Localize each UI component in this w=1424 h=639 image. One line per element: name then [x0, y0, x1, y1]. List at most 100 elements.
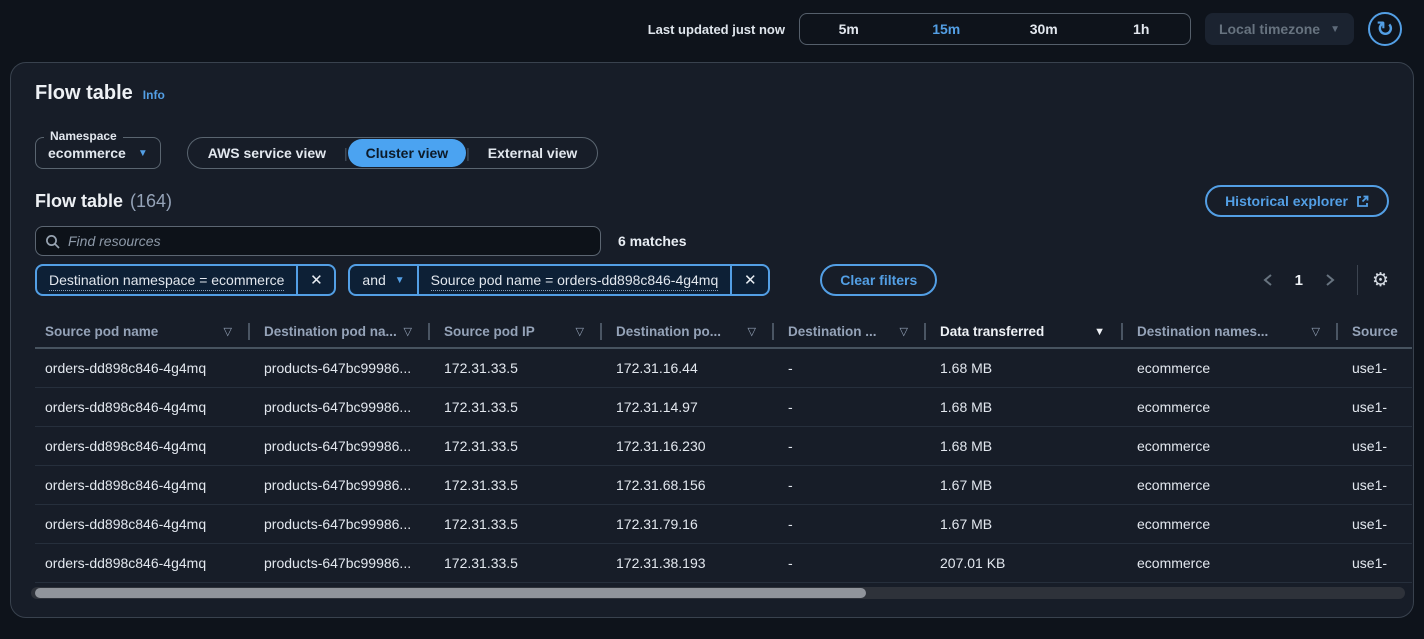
- table-cell: 172.31.33.5: [430, 426, 602, 465]
- close-icon[interactable]: ✕: [298, 266, 334, 294]
- sort-caret-icon[interactable]: ▼: [1094, 326, 1105, 338]
- table-cell: 172.31.33.5: [430, 465, 602, 504]
- pagination: 1 ⚙: [1255, 265, 1389, 295]
- view-segmented-control: AWS service view|Cluster view|External v…: [187, 137, 599, 169]
- sort-caret-icon[interactable]: ▽: [1312, 325, 1320, 338]
- sort-caret-icon[interactable]: ▽: [404, 325, 412, 338]
- column-label: Destination names...: [1137, 324, 1268, 339]
- search-input[interactable]: [36, 227, 600, 255]
- clear-filters-label: Clear filters: [840, 272, 917, 288]
- table-cell: -: [774, 543, 926, 582]
- filter-token: Destination namespace = ecommerce ✕: [35, 264, 336, 296]
- refresh-button[interactable]: ↻: [1368, 12, 1402, 46]
- table-cell: use1-: [1338, 465, 1412, 504]
- column-header[interactable]: Destination ... ▽: [774, 316, 926, 348]
- table-cell: -: [774, 426, 926, 465]
- table-cell: ecommerce: [1123, 504, 1338, 543]
- flow-table-panel: Flow table Info Namespace ecommerce ▼ AW…: [10, 62, 1414, 618]
- sort-caret-icon[interactable]: ▽: [224, 325, 232, 338]
- table-cell: -: [774, 348, 926, 387]
- filter-token-text[interactable]: Destination namespace = ecommerce: [37, 272, 296, 288]
- table-row[interactable]: orders-dd898c846-4g4mqproducts-647bc9998…: [35, 465, 1412, 504]
- close-icon[interactable]: ✕: [732, 266, 768, 294]
- table-cell: orders-dd898c846-4g4mq: [35, 348, 250, 387]
- table-row[interactable]: orders-dd898c846-4g4mqproducts-647bc9998…: [35, 387, 1412, 426]
- table-cell: orders-dd898c846-4g4mq: [35, 504, 250, 543]
- clear-filters-button[interactable]: Clear filters: [820, 264, 937, 296]
- table-cell: ecommerce: [1123, 348, 1338, 387]
- previous-page-button[interactable]: [1255, 267, 1281, 293]
- chevron-down-icon: ▼: [1330, 24, 1340, 35]
- namespace-select[interactable]: Namespace ecommerce ▼: [35, 137, 161, 169]
- table-cell: 172.31.79.16: [602, 504, 774, 543]
- horizontal-scrollbar[interactable]: [31, 587, 1405, 599]
- table-cell: 1.67 MB: [926, 465, 1123, 504]
- tab-cluster-view[interactable]: Cluster view: [348, 139, 466, 167]
- gear-icon[interactable]: ⚙: [1372, 271, 1389, 290]
- time-range-selector: 5m15m30m1h: [799, 13, 1191, 45]
- column-header[interactable]: Source pod IP ▽: [430, 316, 602, 348]
- historical-explorer-button[interactable]: Historical explorer: [1205, 185, 1389, 217]
- filter-token-text[interactable]: Source pod name = orders-dd898c846-4g4mq: [419, 272, 731, 288]
- time-range-5m[interactable]: 5m: [800, 14, 898, 44]
- column-label: Destination ...: [788, 324, 877, 339]
- pagination-divider: [1357, 265, 1358, 295]
- timezone-label: Local timezone: [1219, 21, 1320, 37]
- column-header[interactable]: Destination pod na...▽: [250, 316, 430, 348]
- info-link[interactable]: Info: [143, 88, 165, 102]
- table-cell: 1.67 MB: [926, 504, 1123, 543]
- table-title: Flow table: [35, 191, 123, 212]
- external-link-icon: [1356, 195, 1369, 208]
- table-cell: products-647bc99986...: [250, 348, 430, 387]
- historical-explorer-label: Historical explorer: [1225, 193, 1348, 209]
- panel-header: Flow table Info: [35, 82, 165, 105]
- table-cell: use1-: [1338, 543, 1412, 582]
- table-cell: use1-: [1338, 426, 1412, 465]
- chevron-down-icon: ▼: [138, 148, 148, 159]
- table-row[interactable]: orders-dd898c846-4g4mqproducts-647bc9998…: [35, 426, 1412, 465]
- tab-aws-service-view[interactable]: AWS service view: [190, 139, 344, 167]
- filter-operator-dropdown[interactable]: and ▼: [350, 272, 416, 288]
- table-cell: 1.68 MB: [926, 387, 1123, 426]
- table-row[interactable]: orders-dd898c846-4g4mqproducts-647bc9998…: [35, 348, 1412, 387]
- sort-caret-icon[interactable]: ▽: [900, 325, 908, 338]
- column-label: Data transferred: [940, 324, 1044, 339]
- table-cell: 172.31.33.5: [430, 387, 602, 426]
- table-cell: orders-dd898c846-4g4mq: [35, 387, 250, 426]
- table-cell: products-647bc99986...: [250, 504, 430, 543]
- column-header[interactable]: Destination po... ▽: [602, 316, 774, 348]
- column-header[interactable]: Source pod name▽: [35, 316, 250, 348]
- timezone-dropdown[interactable]: Local timezone ▼: [1205, 13, 1354, 45]
- time-range-1h[interactable]: 1h: [1092, 14, 1190, 44]
- table-cell: use1-: [1338, 348, 1412, 387]
- table-row[interactable]: orders-dd898c846-4g4mqproducts-647bc9998…: [35, 543, 1412, 582]
- table-cell: orders-dd898c846-4g4mq: [35, 465, 250, 504]
- table-cell: 172.31.33.5: [430, 504, 602, 543]
- top-toolbar: Last updated just now 5m15m30m1h Local t…: [0, 0, 1424, 58]
- tab-external-view[interactable]: External view: [470, 139, 596, 167]
- namespace-value: ecommerce: [48, 145, 126, 161]
- current-page[interactable]: 1: [1287, 272, 1311, 289]
- sort-caret-icon[interactable]: ▽: [576, 325, 584, 338]
- table-section-header: Flow table (164) Historical explorer: [35, 185, 1389, 217]
- time-range-15m[interactable]: 15m: [897, 14, 995, 44]
- table-cell: 172.31.33.5: [430, 543, 602, 582]
- column-header[interactable]: Data transferred ▼: [926, 316, 1123, 348]
- column-header[interactable]: Destination names... ▽: [1123, 316, 1338, 348]
- table-cell: 1.68 MB: [926, 348, 1123, 387]
- table-cell: 172.31.16.44: [602, 348, 774, 387]
- column-label: Source pod IP: [444, 324, 535, 339]
- column-header[interactable]: Source: [1338, 316, 1412, 348]
- table-cell: 1.68 MB: [926, 426, 1123, 465]
- refresh-icon: ↻: [1376, 19, 1394, 40]
- time-range-30m[interactable]: 30m: [995, 14, 1093, 44]
- next-page-button[interactable]: [1317, 267, 1343, 293]
- scrollbar-thumb[interactable]: [35, 588, 866, 598]
- column-label: Destination po...: [616, 324, 721, 339]
- table-cell: use1-: [1338, 504, 1412, 543]
- search-box: [35, 226, 601, 256]
- table-row[interactable]: orders-dd898c846-4g4mqproducts-647bc9998…: [35, 504, 1412, 543]
- table-cell: products-647bc99986...: [250, 426, 430, 465]
- table-cell: ecommerce: [1123, 465, 1338, 504]
- sort-caret-icon[interactable]: ▽: [748, 325, 756, 338]
